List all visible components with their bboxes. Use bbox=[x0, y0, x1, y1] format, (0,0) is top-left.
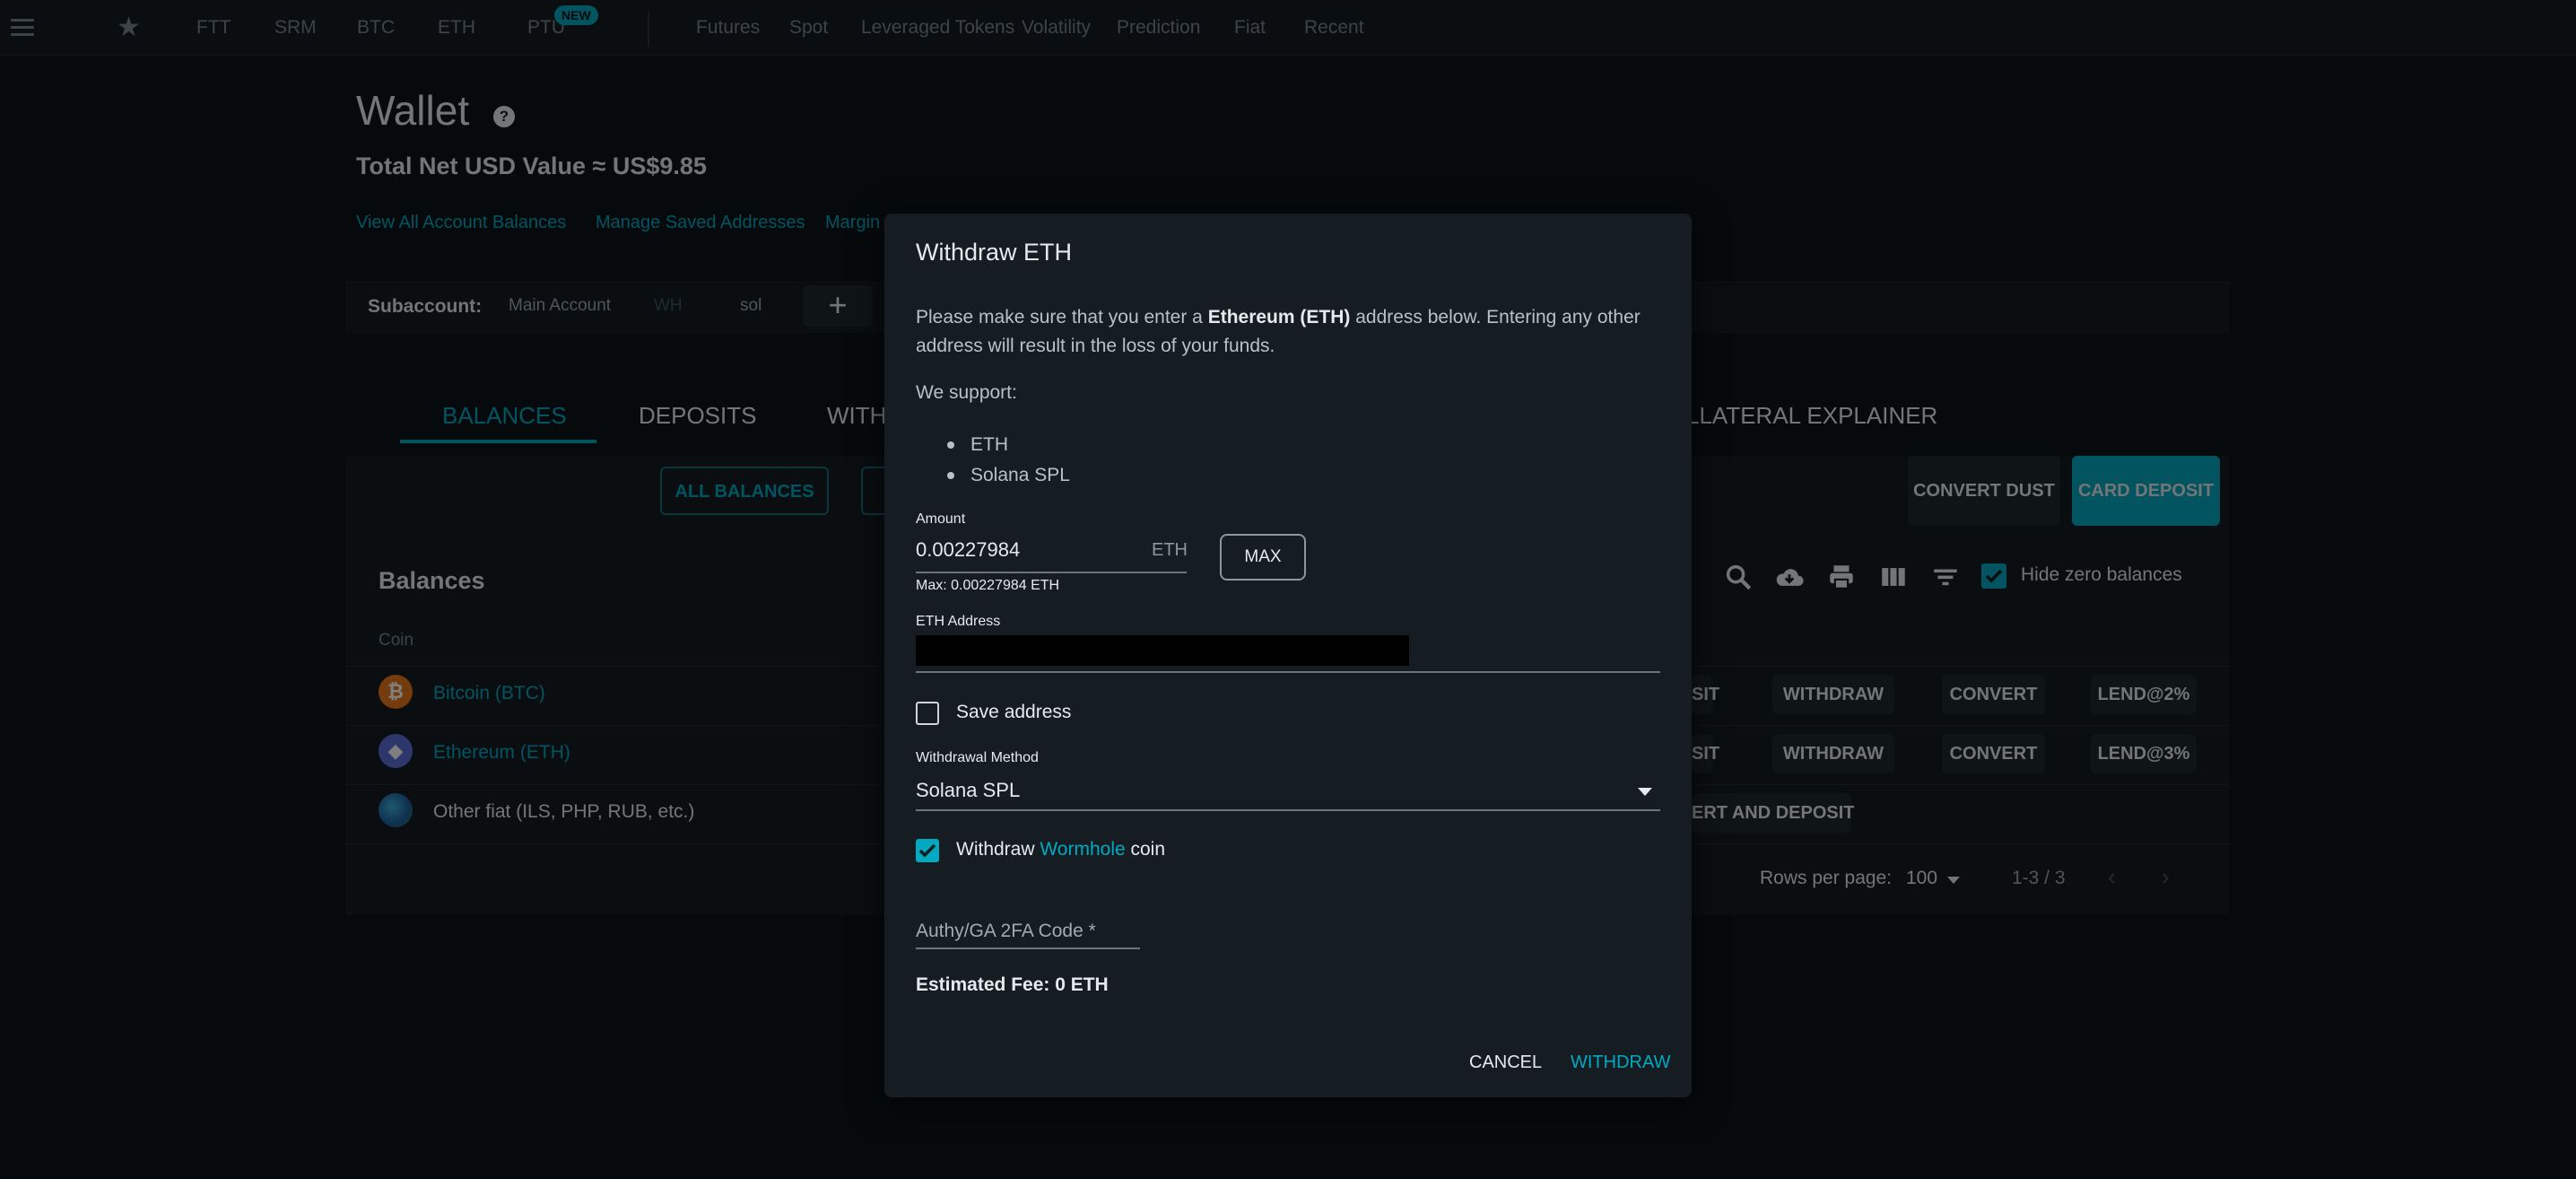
withdraw-dialog: Withdraw ETH Please make sure that you e… bbox=[884, 214, 1692, 1097]
method-underline bbox=[916, 809, 1660, 811]
address-input[interactable] bbox=[916, 635, 1409, 666]
cancel-button[interactable]: CANCEL bbox=[1469, 1052, 1542, 1073]
support-item-eth: ETH bbox=[970, 434, 1008, 455]
amount-unit: ETH bbox=[1152, 540, 1188, 560]
withdrawal-method-label: Withdrawal Method bbox=[916, 750, 1039, 765]
support-label: We support: bbox=[916, 382, 1017, 403]
amount-input[interactable]: 0.00227984 bbox=[916, 538, 1020, 562]
amount-underline bbox=[916, 572, 1187, 573]
address-label: ETH Address bbox=[916, 614, 1001, 629]
warning-line-2: address will result in the loss of your … bbox=[916, 336, 1275, 356]
save-address-checkbox[interactable] bbox=[916, 702, 939, 725]
amount-label: Amount bbox=[916, 511, 966, 527]
wormhole-label-pre: Withdraw bbox=[956, 839, 1040, 860]
wormhole-label: Withdraw Wormhole coin bbox=[956, 839, 1165, 860]
max-button[interactable]: MAX bbox=[1220, 534, 1306, 581]
estimated-fee: Estimated Fee: 0 ETH bbox=[916, 974, 1109, 995]
warning-text: Please make sure that you enter a bbox=[916, 307, 1208, 328]
warning-line-1: Please make sure that you enter a Ethere… bbox=[916, 303, 1640, 332]
bullet bbox=[947, 441, 954, 449]
bullet bbox=[947, 472, 954, 479]
save-address-label: Save address bbox=[956, 702, 1072, 722]
wormhole-checkbox[interactable] bbox=[916, 839, 939, 862]
warning-coin: Ethereum (ETH) bbox=[1207, 307, 1351, 328]
address-underline bbox=[916, 671, 1660, 673]
chevron-down-icon[interactable] bbox=[1638, 788, 1652, 796]
withdrawal-method-select[interactable]: Solana SPL bbox=[916, 779, 1020, 802]
support-item-solana: Solana SPL bbox=[970, 465, 1070, 485]
wormhole-label-post: coin bbox=[1125, 839, 1166, 860]
max-hint: Max: 0.00227984 ETH bbox=[916, 578, 1060, 593]
withdraw-button[interactable]: WITHDRAW bbox=[1571, 1052, 1670, 1073]
wormhole-link[interactable]: Wormhole bbox=[1040, 839, 1125, 860]
twofa-underline bbox=[916, 948, 1140, 949]
checkmark-icon bbox=[918, 843, 936, 858]
twofa-input[interactable]: Authy/GA 2FA Code * bbox=[916, 921, 1096, 942]
dialog-title: Withdraw ETH bbox=[916, 239, 1073, 266]
warning-text-end: address below. Entering any other bbox=[1350, 307, 1640, 328]
